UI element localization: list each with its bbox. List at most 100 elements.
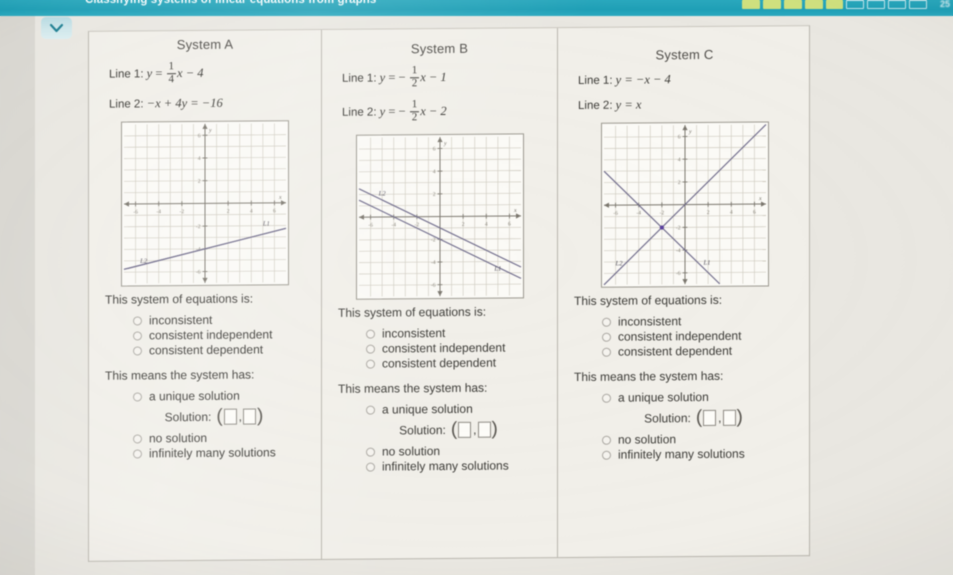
progress-segment <box>825 0 844 9</box>
radio-circle-icon[interactable] <box>602 393 611 403</box>
radio-option-infinitely-many-solutions[interactable]: infinitely many solutions <box>103 445 307 461</box>
radio-option-infinitely-many-solutions[interactable]: infinitely many solutions <box>336 459 543 475</box>
system-title-b: System B <box>410 40 469 57</box>
system-column-b: System B Line 1: y = − 12x − 1 Line 2: y =… <box>322 28 557 559</box>
radio-option-label: consistent independent <box>149 327 273 343</box>
app-top-banner: Classifying systems of linear equations … <box>0 0 953 16</box>
equation-line-1: Line 1: y = 14x − 4 <box>109 60 204 86</box>
radio-option-a-unique-solution[interactable]: a unique solution <box>336 401 543 417</box>
radio-circle-icon[interactable] <box>602 347 611 357</box>
radio-option-label: no solution <box>149 431 208 446</box>
svg-text:6: 6 <box>753 210 756 216</box>
radio-circle-icon[interactable] <box>366 329 375 339</box>
svg-text:-6: -6 <box>613 211 618 217</box>
svg-text:-6: -6 <box>196 270 201 276</box>
collapse-panel-button[interactable] <box>41 17 72 39</box>
svg-text:4: 4 <box>484 222 487 228</box>
equation-line-2: Line 2: y = x <box>578 97 642 112</box>
progress-segment <box>867 0 886 9</box>
radio-option-no-solution[interactable]: no solution <box>103 430 307 446</box>
radio-option-consistent-dependent[interactable]: consistent dependent <box>336 355 543 371</box>
solution-y-input[interactable] <box>722 409 736 426</box>
radio-option-consistent-independent[interactable]: consistent independent <box>103 327 307 343</box>
radio-option-label: consistent independent <box>382 340 506 356</box>
graph-line-label: L2 <box>377 191 386 198</box>
close-paren: ) <box>257 405 264 427</box>
radio-circle-icon[interactable] <box>366 359 375 369</box>
svg-text:-4: -4 <box>675 248 680 254</box>
svg-text:2: 2 <box>677 180 680 186</box>
svg-text:x: x <box>513 208 517 214</box>
intersection-point <box>659 225 664 230</box>
radio-option-consistent-dependent[interactable]: consistent dependent <box>103 342 307 358</box>
radio-circle-icon[interactable] <box>602 332 611 342</box>
radio-circle-icon[interactable] <box>133 346 142 356</box>
radio-option-no-solution[interactable]: no solution <box>336 444 543 460</box>
radio-option-inconsistent[interactable]: inconsistent <box>336 325 543 341</box>
radio-option-label: a unique solution <box>618 389 709 405</box>
svg-text:-2: -2 <box>659 210 664 216</box>
radio-option-label: consistent dependent <box>149 342 264 358</box>
svg-text:x: x <box>758 196 762 202</box>
radio-option-consistent-dependent[interactable]: consistent dependent <box>572 343 797 359</box>
svg-text:4: 4 <box>432 169 435 175</box>
solution-options: a unique solution <box>336 401 543 417</box>
classification-options: inconsistent consistent independent consis… <box>103 312 307 358</box>
solution-y-input[interactable] <box>477 421 491 438</box>
svg-text:-6: -6 <box>133 210 138 216</box>
svg-text:-4: -4 <box>636 210 641 216</box>
svg-text:-6: -6 <box>675 271 680 277</box>
radio-option-label: a unique solution <box>149 388 240 404</box>
radio-circle-icon[interactable] <box>133 316 142 326</box>
svg-text:2: 2 <box>432 192 435 198</box>
radio-option-a-unique-solution[interactable]: a unique solution <box>103 388 307 404</box>
graph-line-label: L2 <box>139 258 148 265</box>
radio-circle-icon[interactable] <box>366 344 375 354</box>
svg-text:-6: -6 <box>368 223 373 229</box>
progress-segment <box>762 0 781 9</box>
system-column-c: System C Line 1: y = −x − 4 Line 2: y = x -… <box>558 26 811 557</box>
radio-option-inconsistent[interactable]: inconsistent <box>572 313 797 329</box>
svg-text:2: 2 <box>198 179 201 185</box>
svg-text:-2: -2 <box>430 238 435 244</box>
svg-text:y: y <box>688 129 692 135</box>
radio-circle-icon[interactable] <box>602 317 611 327</box>
solution-x-input[interactable] <box>458 421 472 438</box>
ordered-pair-input: (,) <box>696 407 743 428</box>
radio-option-no-solution[interactable]: no solution <box>572 431 797 447</box>
solution-x-input[interactable] <box>223 408 237 425</box>
graph-line-label: L1 <box>702 260 710 267</box>
solution-y-input[interactable] <box>243 408 257 425</box>
left-rail <box>0 16 35 575</box>
ordered-pair-input: (,) <box>216 405 264 427</box>
radio-circle-icon[interactable] <box>366 462 375 472</box>
svg-text:-4: -4 <box>391 223 396 229</box>
progress-segment <box>846 0 865 9</box>
radio-circle-icon[interactable] <box>133 331 142 341</box>
radio-option-label: consistent independent <box>618 328 742 344</box>
radio-option-inconsistent[interactable]: inconsistent <box>103 312 307 328</box>
close-paren: ) <box>491 418 498 440</box>
radio-option-consistent-independent[interactable]: consistent independent <box>572 328 797 344</box>
radio-circle-icon[interactable] <box>602 450 611 460</box>
radio-option-consistent-independent[interactable]: consistent independent <box>336 340 543 356</box>
svg-text:4: 4 <box>250 209 253 215</box>
fraction: 12 <box>409 98 420 124</box>
svg-text:x: x <box>278 195 282 201</box>
system-column-a: System A Line 1: y = 14x − 4 Line 2: −x + … <box>89 30 321 561</box>
radio-circle-icon[interactable] <box>133 434 142 444</box>
radio-circle-icon[interactable] <box>133 449 142 459</box>
radio-option-a-unique-solution[interactable]: a unique solution <box>572 389 797 405</box>
radio-option-label: a unique solution <box>382 402 473 417</box>
exercise-card: System A Line 1: y = 14x − 4 Line 2: −x + … <box>88 25 810 562</box>
radio-circle-icon[interactable] <box>366 447 375 457</box>
radio-option-infinitely-many-solutions[interactable]: infinitely many solutions <box>572 446 797 462</box>
radio-option-label: inconsistent <box>382 326 446 341</box>
solution-x-input[interactable] <box>703 409 717 426</box>
classification-options: inconsistent consistent independent consis… <box>336 325 543 371</box>
radio-circle-icon[interactable] <box>366 405 375 415</box>
radio-circle-icon[interactable] <box>133 392 142 402</box>
radio-circle-icon[interactable] <box>602 435 611 445</box>
chevron-down-icon <box>49 23 64 33</box>
svg-text:2: 2 <box>706 210 709 216</box>
